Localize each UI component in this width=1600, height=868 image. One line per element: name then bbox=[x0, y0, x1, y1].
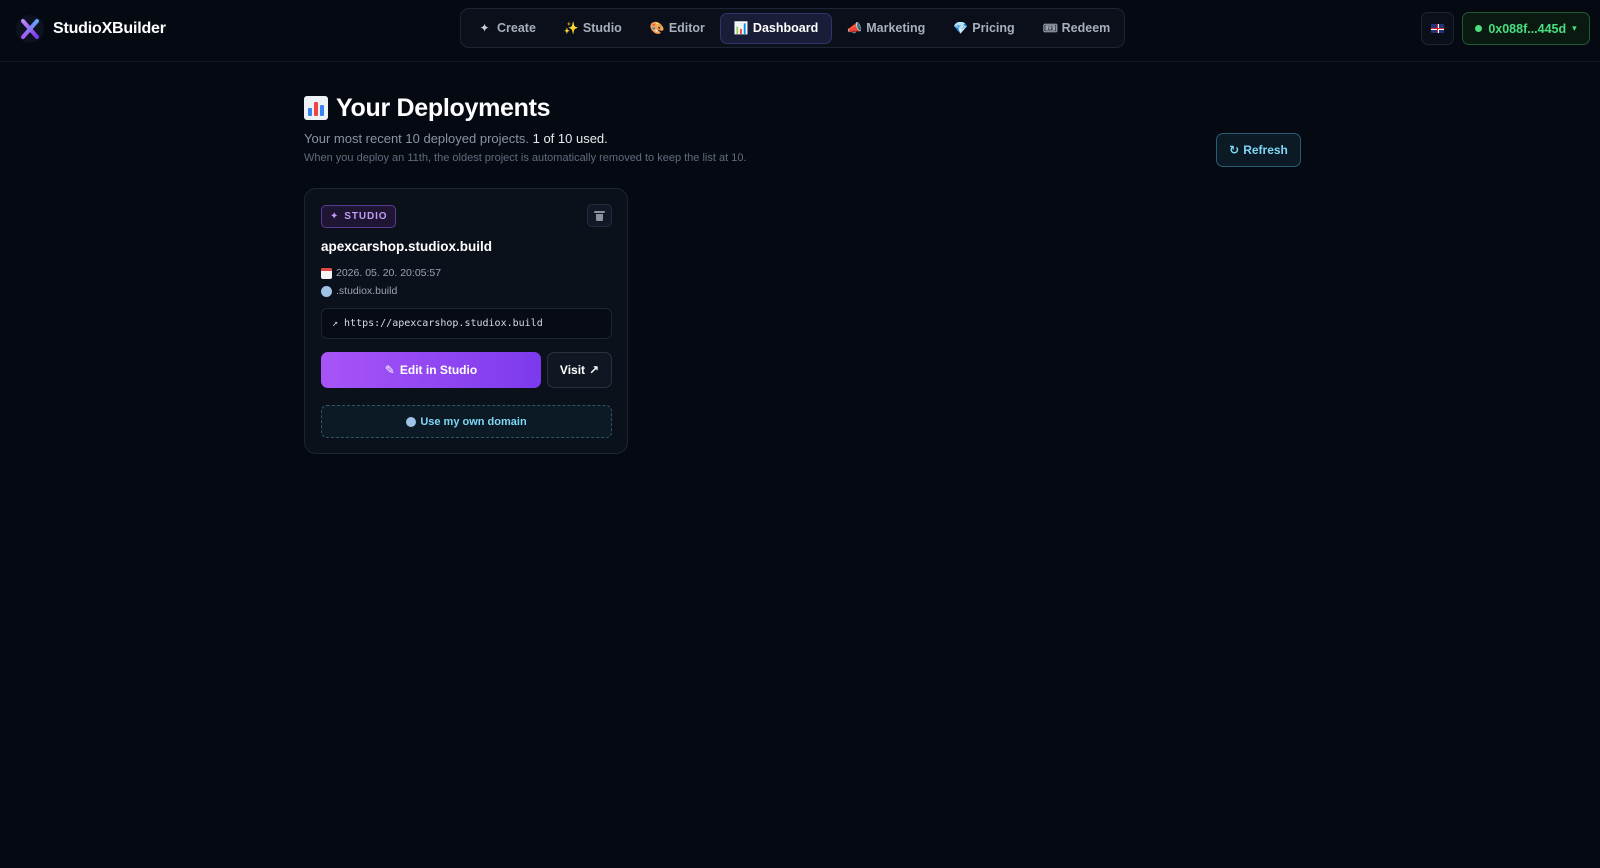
studiox-logo-icon bbox=[16, 15, 44, 43]
tab-label: Pricing bbox=[972, 21, 1015, 35]
tab-redeem[interactable]: 🎟 Redeem bbox=[1030, 13, 1124, 44]
globe-icon bbox=[406, 416, 417, 427]
ticket-icon: 🎟 bbox=[1042, 21, 1058, 35]
deployment-card: ✦ STUDIO apexcarshop.studiox.build 2026.… bbox=[304, 188, 628, 454]
wallet-address: 0x088f...445d bbox=[1488, 21, 1567, 36]
tab-label: Redeem bbox=[1061, 21, 1111, 35]
top-bar: StudioXBuilder ✦ Create ✨ Studio 🎨 Edito… bbox=[0, 0, 1600, 62]
bar-chart-icon: 📊 bbox=[733, 21, 749, 35]
calendar-icon bbox=[321, 267, 332, 279]
tab-label: Create bbox=[497, 21, 536, 35]
page-subtitle: Your most recent 10 deployed projects. 1… bbox=[304, 131, 608, 146]
pencil-icon: ✎ bbox=[384, 363, 395, 377]
tab-label: Studio bbox=[582, 21, 622, 35]
tab-create[interactable]: ✦ Create bbox=[465, 13, 549, 44]
page-title: Your Deployments bbox=[304, 90, 551, 126]
bar-chart-icon bbox=[304, 96, 328, 120]
refresh-icon: ↻ bbox=[1229, 143, 1240, 157]
gem-icon: 💎 bbox=[953, 21, 969, 35]
refresh-label: Refresh bbox=[1243, 143, 1288, 157]
date-text: 2026. 05. 20. 20:05:57 bbox=[336, 267, 442, 279]
own-domain-label: Use my own domain bbox=[420, 415, 527, 428]
palette-icon: 🎨 bbox=[649, 21, 665, 35]
megaphone-icon: 📣 bbox=[847, 21, 863, 35]
globe-icon bbox=[321, 285, 332, 297]
connected-status-dot-icon bbox=[1475, 25, 1483, 32]
tab-editor[interactable]: 🎨 Editor bbox=[637, 13, 718, 44]
uk-flag-icon bbox=[1431, 24, 1444, 33]
deployment-url-link[interactable]: ↗ https://apexcarshop.studiox.build bbox=[321, 308, 612, 339]
edit-label: Edit in Studio bbox=[399, 363, 478, 377]
external-arrow-icon: ↗ bbox=[589, 363, 600, 377]
edit-in-studio-button[interactable]: ✎ Edit in Studio bbox=[321, 352, 541, 388]
main-nav: ✦ Create ✨ Studio 🎨 Editor 📊 Dashboard 📣… bbox=[460, 8, 1125, 48]
page-title-text: Your Deployments bbox=[336, 93, 551, 122]
sparkle-icon: ✦ bbox=[330, 211, 340, 222]
subtitle-text: Your most recent 10 deployed projects. bbox=[304, 131, 533, 146]
suffix-text: .studiox.build bbox=[336, 285, 398, 297]
brand[interactable]: StudioXBuilder bbox=[16, 14, 166, 44]
tab-dashboard[interactable]: 📊 Dashboard bbox=[719, 12, 833, 44]
magic-sparkles-icon: ✨ bbox=[563, 21, 579, 35]
language-button[interactable] bbox=[1421, 12, 1454, 45]
external-link-icon: ↗ bbox=[332, 318, 339, 329]
visit-label: Visit bbox=[559, 363, 586, 377]
deployment-domain-suffix: .studiox.build bbox=[321, 284, 397, 298]
studio-badge: ✦ STUDIO bbox=[321, 205, 397, 228]
app-name: StudioXBuilder bbox=[53, 20, 166, 37]
trash-icon bbox=[594, 210, 605, 221]
tab-pricing[interactable]: 💎 Pricing bbox=[940, 13, 1027, 44]
tab-label: Dashboard bbox=[752, 21, 819, 35]
visit-button[interactable]: Visit ↗ bbox=[547, 352, 612, 388]
sparkle-icon: ✦ bbox=[479, 21, 490, 35]
tab-studio[interactable]: ✨ Studio bbox=[551, 13, 635, 44]
retention-note: When you deploy an 11th, the oldest proj… bbox=[304, 152, 747, 164]
delete-button[interactable] bbox=[587, 204, 612, 227]
deployment-domain: apexcarshop.studiox.build bbox=[321, 239, 493, 254]
url-text: https://apexcarshop.studiox.build bbox=[344, 318, 543, 329]
deployment-date: 2026. 05. 20. 20:05:57 bbox=[321, 266, 441, 280]
use-own-domain-button[interactable]: Use my own domain bbox=[321, 405, 612, 438]
refresh-button[interactable]: ↻ Refresh bbox=[1216, 133, 1301, 167]
tab-label: Editor bbox=[668, 21, 705, 35]
wallet-button[interactable]: 0x088f...445d ▾ bbox=[1462, 12, 1590, 45]
chevron-down-icon: ▾ bbox=[1572, 23, 1577, 33]
tab-marketing[interactable]: 📣 Marketing bbox=[834, 13, 938, 44]
badge-label: STUDIO bbox=[344, 211, 388, 222]
tab-label: Marketing bbox=[866, 21, 926, 35]
usage-count: 1 of 10 used. bbox=[532, 131, 608, 146]
